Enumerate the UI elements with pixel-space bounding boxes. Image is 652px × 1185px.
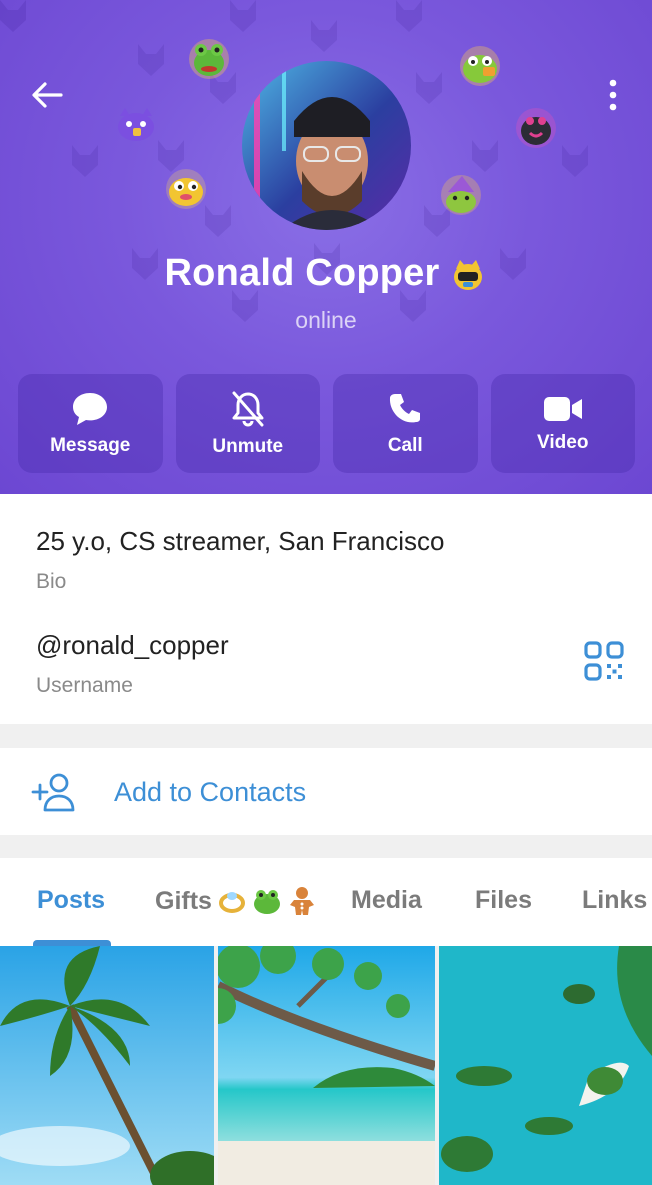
back-button[interactable]: [19, 67, 75, 123]
tab-media[interactable]: Media: [351, 886, 422, 915]
wizard-frog-sticker-icon: [441, 175, 481, 215]
tab-files-label: Files: [475, 886, 532, 914]
emoji-status-icon[interactable]: [449, 255, 487, 293]
post-thumbnail[interactable]: [439, 946, 652, 1185]
profile-avatar[interactable]: [242, 61, 411, 230]
unmute-button[interactable]: Unmute: [175, 374, 320, 473]
online-status: online: [295, 307, 357, 333]
qr-code-icon[interactable]: [580, 637, 628, 685]
frog-gift-icon: [253, 890, 280, 914]
action-bar: Message Unmute Call Video: [18, 374, 635, 473]
frog-sticker-icon: [189, 39, 229, 79]
post-thumbnail[interactable]: [0, 946, 214, 1185]
bio-label: Bio: [36, 570, 67, 593]
tab-posts-label: Posts: [37, 886, 106, 914]
add-to-contacts-label: Add to Contacts: [114, 777, 307, 807]
username-text[interactable]: @ronald_copper: [36, 630, 229, 661]
profile-header: Ronald Copper online Message Unmute Call…: [0, 0, 652, 494]
call-label: Call: [387, 434, 423, 456]
dark-frog-sticker-icon: [516, 108, 556, 148]
more-options-button[interactable]: [585, 67, 641, 123]
arrow-left-icon: [32, 82, 63, 108]
tab-posts[interactable]: Posts: [37, 886, 105, 915]
bell-off-icon: [232, 391, 264, 426]
posts-grid: [0, 946, 652, 1185]
add-to-contacts-button[interactable]: Add to Contacts: [0, 748, 652, 835]
phone-icon: [390, 393, 421, 422]
message-button[interactable]: Message: [18, 374, 163, 473]
username-label: Username: [36, 674, 133, 697]
post-thumbnail[interactable]: [218, 946, 435, 1185]
info-section: 25 y.o, CS streamer, San Francisco Bio @…: [0, 494, 652, 724]
more-vertical-icon: [609, 79, 617, 111]
unmute-label: Unmute: [212, 435, 284, 457]
tab-links-label: Links: [582, 886, 648, 914]
tab-files[interactable]: Files: [475, 886, 532, 915]
tab-media-label: Media: [351, 886, 422, 914]
bio-text[interactable]: 25 y.o, CS streamer, San Francisco: [36, 526, 444, 557]
purple-cat-sticker-icon: [118, 108, 154, 141]
yellow-frog-sticker-icon: [166, 169, 206, 209]
video-label: Video: [537, 431, 589, 453]
message-label: Message: [50, 434, 131, 456]
ring-gift-icon: [218, 892, 245, 913]
frog-sticker-icon: [460, 46, 500, 86]
message-icon: [73, 392, 108, 425]
video-button[interactable]: Video: [490, 374, 635, 473]
profile-name-row: Ronald Copper: [0, 252, 652, 295]
tab-links[interactable]: Links: [582, 886, 647, 915]
profile-name: Ronald Copper: [164, 252, 440, 294]
tab-gifts-label: Gifts: [155, 886, 212, 915]
tab-gifts[interactable]: Gifts: [155, 886, 316, 916]
add-user-icon: [31, 773, 75, 812]
gingerbread-gift-icon: [289, 887, 314, 915]
profile-tabs: Posts Gifts Media Files Links: [0, 858, 652, 946]
video-icon: [543, 396, 582, 421]
call-button[interactable]: Call: [333, 374, 478, 473]
